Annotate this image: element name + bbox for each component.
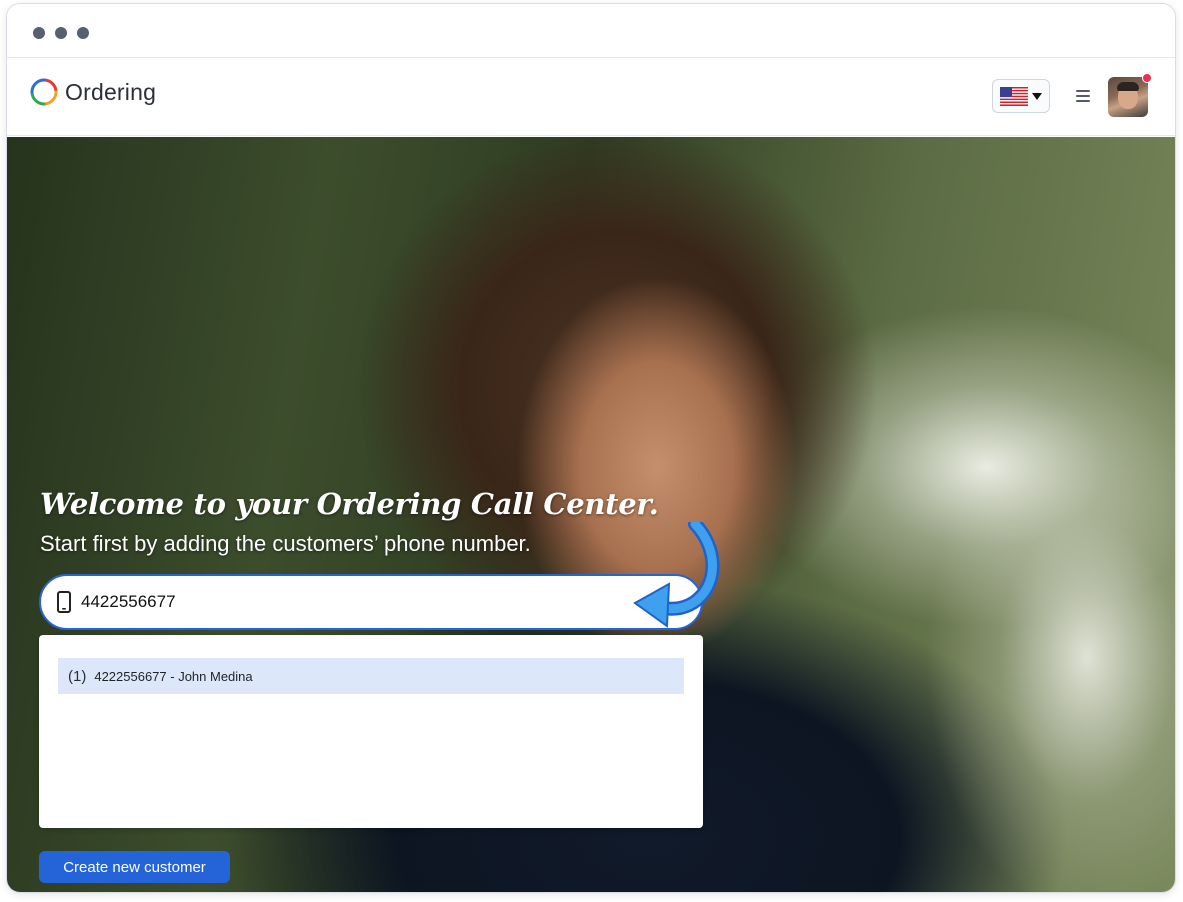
mobile-phone-icon [57, 591, 71, 613]
suggestion-item[interactable]: (1) 4222556677 - John Medina [58, 658, 684, 694]
create-customer-button[interactable]: Create new customer [39, 851, 230, 883]
page-title: Welcome to your Ordering Call Center. [40, 487, 659, 521]
phone-search-field[interactable] [39, 574, 703, 630]
pointer-arrow-icon [633, 522, 720, 628]
browser-window: Ordering Welcome to your Ordering Call C… [6, 3, 1176, 893]
us-flag-icon [1000, 86, 1028, 106]
hero-banner: Welcome to your Ordering Call Center. St… [7, 137, 1175, 892]
logo-text: Ordering [65, 78, 157, 105]
avatar[interactable] [1108, 73, 1152, 117]
logo[interactable]: Ordering [29, 77, 156, 107]
phone-suggestions-dropdown: (1) 4222556677 - John Medina [39, 635, 703, 828]
suggestion-text: 4222556677 - John Medina [94, 668, 253, 684]
hamburger-icon[interactable] [1076, 90, 1090, 102]
chevron-down-icon [1032, 92, 1042, 100]
suggestion-index: (1) [68, 667, 87, 685]
app-header: Ordering [7, 59, 1175, 136]
phone-input[interactable] [81, 592, 621, 612]
ordering-logo-icon [30, 78, 58, 106]
title-bar [7, 4, 1175, 58]
window-dot-icon[interactable] [77, 27, 89, 39]
notification-badge [1142, 73, 1152, 83]
window-dot-icon[interactable] [33, 27, 45, 39]
page-subtitle: Start first by adding the customers’ pho… [40, 531, 531, 556]
window-dot-icon[interactable] [55, 27, 67, 39]
language-selector[interactable] [992, 79, 1050, 113]
